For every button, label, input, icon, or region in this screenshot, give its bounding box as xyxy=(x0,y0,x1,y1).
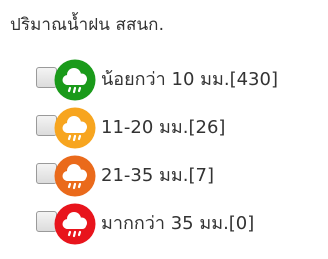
panel-title: ปริมาณน้ำฝน สสนก. xyxy=(10,15,165,35)
rain-cloud-icon xyxy=(54,155,96,197)
legend-item-label: 21-35 มม.[7] xyxy=(101,165,214,186)
legend-item-11-20mm[interactable]: 11-20 มม.[26] xyxy=(36,104,278,152)
rain-cloud-icon xyxy=(54,59,96,101)
legend-item-over-35mm[interactable]: มากกว่า 35 มม.[0] xyxy=(36,200,278,248)
legend-item-under-10mm[interactable]: น้อยกว่า 10 มม.[430] xyxy=(36,56,278,104)
rainfall-legend-list: น้อยกว่า 10 มม.[430] 11-20 มม.[26] 21-35… xyxy=(36,56,278,248)
legend-item-label: 11-20 มม.[26] xyxy=(101,117,226,138)
rain-cloud-icon xyxy=(54,107,96,149)
legend-item-21-35mm[interactable]: 21-35 มม.[7] xyxy=(36,152,278,200)
rain-cloud-icon xyxy=(54,203,96,245)
rainfall-legend-panel: ปริมาณน้ำฝน สสนก. น้อยกว่า 10 มม.[430] 1… xyxy=(0,0,328,259)
legend-item-label: น้อยกว่า 10 มม.[430] xyxy=(101,69,278,90)
legend-item-label: มากกว่า 35 มม.[0] xyxy=(101,213,255,234)
